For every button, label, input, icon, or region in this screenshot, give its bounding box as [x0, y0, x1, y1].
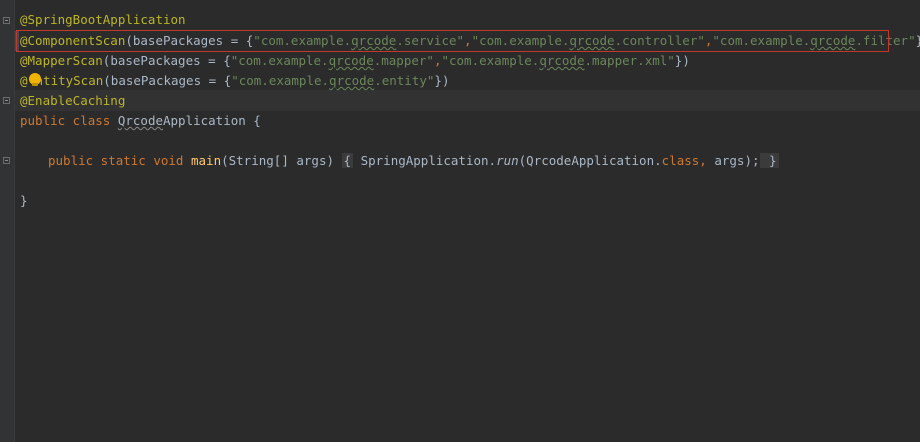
folded-brace[interactable]: } — [759, 153, 779, 168]
code-line-1[interactable]: @SpringBootApplication — [20, 10, 186, 30]
static-call: run — [496, 153, 519, 168]
code-editor[interactable]: @SpringBootApplication @ComponentScan(ba… — [0, 0, 920, 442]
code-line-8[interactable]: public static void main(String[] args) {… — [48, 151, 779, 171]
code-text: (QrcodeApplication. — [518, 153, 662, 168]
code-text: (String[] args) — [221, 153, 342, 168]
keyword: class — [661, 153, 700, 168]
code-text: SpringApplication. — [353, 153, 497, 168]
code-text: }) — [916, 33, 920, 48]
comma: , — [699, 153, 715, 168]
keyword: public static void — [48, 153, 191, 168]
code-text: } — [20, 193, 28, 208]
code-line-6[interactable]: public class QrcodeApplication { — [20, 111, 261, 131]
fold-icon[interactable] — [3, 97, 10, 104]
editor-gutter — [0, 0, 15, 442]
fold-icon[interactable] — [3, 17, 10, 24]
code-text: (basePackages = { — [103, 73, 232, 88]
folded-brace[interactable]: { — [341, 153, 354, 168]
red-highlight-box — [16, 30, 889, 52]
annotation: ntityScan — [35, 73, 104, 88]
code-line-3[interactable]: @MapperScan(basePackages = {"com.example… — [20, 51, 690, 71]
keyword: public class — [20, 113, 118, 128]
code-text: args); — [714, 153, 760, 168]
code-line-10[interactable]: } — [20, 191, 28, 211]
annotation: @SpringBootApplication — [20, 12, 186, 27]
lightbulb-icon[interactable] — [29, 73, 41, 86]
code-text: }) — [434, 73, 450, 88]
fold-icon[interactable] — [3, 157, 10, 164]
code-text: }) — [674, 53, 690, 68]
class-name-typo: Qrcode — [117, 113, 163, 128]
string-literal-typo: qrcode — [329, 73, 375, 88]
code-text: Application { — [163, 113, 261, 128]
current-line-highlight — [15, 90, 920, 111]
string-literal: "com.example. — [441, 53, 540, 68]
string-literal: .mapper" — [373, 53, 434, 68]
string-literal-typo: qrcode — [539, 53, 585, 68]
method-name: main — [191, 153, 222, 168]
string-literal: .entity" — [374, 73, 435, 88]
code-text: (basePackages = { — [102, 53, 231, 68]
string-literal: "com.example. — [231, 73, 330, 88]
annotation: @ — [20, 73, 28, 88]
string-literal: .mapper.xml" — [584, 53, 675, 68]
annotation: @EnableCaching — [20, 93, 126, 108]
code-line-5[interactable]: @EnableCaching — [20, 91, 125, 111]
code-line-4[interactable]: @ ntityScan(basePackages = {"com.example.… — [20, 71, 449, 91]
annotation: @MapperScan — [20, 53, 103, 68]
string-literal: "com.example. — [230, 53, 329, 68]
string-literal-typo: qrcode — [328, 53, 374, 68]
